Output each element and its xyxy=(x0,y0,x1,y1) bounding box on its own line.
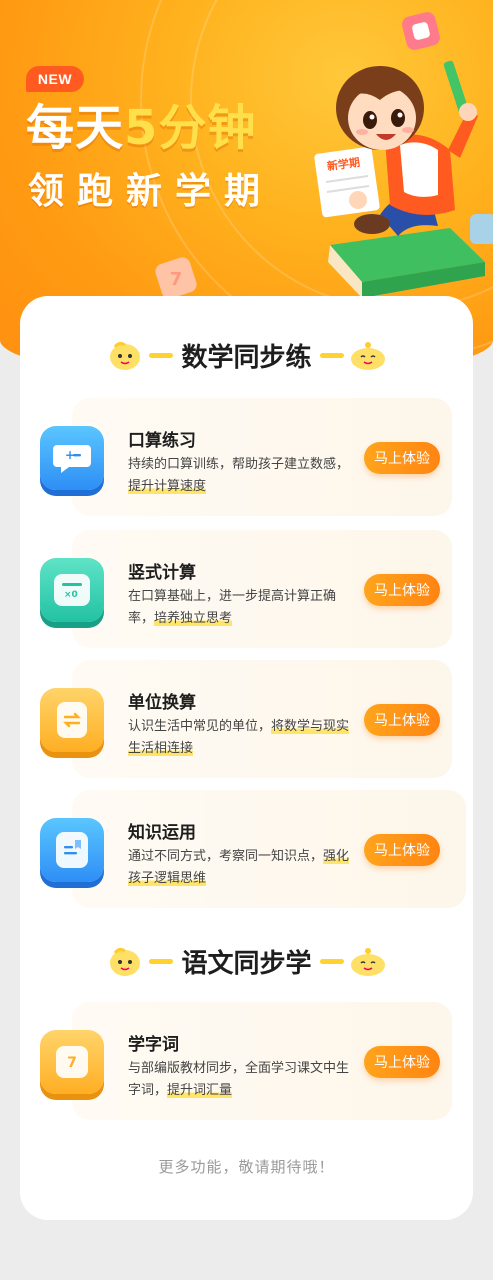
svg-text:7: 7 xyxy=(170,269,183,290)
girl-illustration: 新学期 xyxy=(314,60,485,298)
list-item-knowledge-application[interactable]: 知识运用 通过不同方式，考察同一知识点，强化孩子逻辑思维 马上体验 xyxy=(40,790,466,908)
exchange-icon xyxy=(40,688,104,752)
list-item-vertical-calc[interactable]: ×0 竖式计算 在口算基础上，进一步提高计算正确率，培养独立思考 马上体验 xyxy=(40,530,452,648)
mascot-right-icon xyxy=(350,948,385,976)
try-now-button[interactable]: 马上体验 xyxy=(364,704,440,736)
item-title: 知识运用 xyxy=(128,823,196,843)
mascot-left-icon xyxy=(110,341,141,370)
svg-text:7: 7 xyxy=(67,1055,77,1071)
title-bar-right xyxy=(319,352,344,358)
math-section-title: 数学同步练 xyxy=(181,342,312,373)
list-item-mental-math[interactable]: + 口算练习 持续的口算训练，帮助孩子建立数感， 提升计算速度 马上体验 xyxy=(40,398,452,516)
desc-highlight: 培养独立思考 xyxy=(154,611,233,626)
mascot-left-icon xyxy=(110,947,141,976)
item-description: 持续的口算训练，帮助孩子建立数感， 提升计算速度 xyxy=(128,454,352,498)
footer-note: 更多功能，敬请期待哦！ xyxy=(158,1158,335,1176)
try-now-button[interactable]: 马上体验 xyxy=(364,1046,440,1078)
chinese-section-title: 语文同步学 xyxy=(181,948,312,979)
hero-headline: 每天5分钟 xyxy=(26,98,256,158)
desc-text: 持续的口算训练，帮助孩子建立数感， xyxy=(128,457,350,472)
chat-bubble-icon: + xyxy=(40,426,104,490)
desc-text: 认识生活中常见的单位， xyxy=(128,719,272,734)
svg-text:×0: ×0 xyxy=(64,590,78,600)
chinese-section-header: 语文同步学 xyxy=(20,936,473,986)
desc-highlight: 提升计算速度 xyxy=(128,479,207,494)
character-card-icon: 7 xyxy=(40,1030,104,1094)
new-badge: NEW xyxy=(26,66,84,92)
math-section-header: 数学同步练 xyxy=(20,330,473,380)
list-item-learn-words[interactable]: 7 学字词 与部编版教材同步，全面学习课文中生字词，提升词汇量 马上体验 xyxy=(40,1002,452,1120)
item-title: 单位换算 xyxy=(128,693,196,713)
book-icon xyxy=(40,818,104,882)
mascot-right-icon xyxy=(350,342,385,370)
title-bar-left xyxy=(149,958,174,964)
try-now-button[interactable]: 马上体验 xyxy=(364,442,440,474)
desc-highlight: 提升词汇量 xyxy=(167,1083,233,1098)
try-now-button[interactable]: 马上体验 xyxy=(364,574,440,606)
desc-text: 与部编版教材同步，全面学习课文中生字词， xyxy=(128,1061,350,1098)
item-title: 竖式计算 xyxy=(128,563,196,583)
item-description: 与部编版教材同步，全面学习课文中生字词，提升词汇量 xyxy=(128,1058,352,1102)
item-description: 认识生活中常见的单位，将数学与现实生活相连接 xyxy=(128,716,352,760)
title-bar-left xyxy=(149,352,174,358)
item-description: 在口算基础上，进一步提高计算正确率，培养独立思考 xyxy=(128,586,352,630)
desc-text: 通过不同方式，考察同一知识点， xyxy=(128,849,324,864)
title-bar-right xyxy=(319,958,344,964)
item-description: 通过不同方式，考察同一知识点，强化孩子逻辑思维 xyxy=(128,846,352,890)
item-title: 口算练习 xyxy=(128,431,196,451)
content-card: 数学同步练 + 口算练习 持续的口算训练，帮助孩子建立数感， 提升计算速度 马上体… xyxy=(20,296,473,1220)
try-now-button[interactable]: 马上体验 xyxy=(364,834,440,866)
hero-subline: 领跑新学期 xyxy=(28,171,274,212)
calculator-icon: ×0 xyxy=(40,558,104,622)
headline-highlight: 5分钟 xyxy=(124,100,257,156)
list-item-unit-conversion[interactable]: 单位换算 认识生活中常见的单位，将数学与现实生活相连接 马上体验 xyxy=(40,660,452,778)
item-title: 学字词 xyxy=(128,1035,179,1055)
headline-text: 每天 xyxy=(26,100,125,156)
